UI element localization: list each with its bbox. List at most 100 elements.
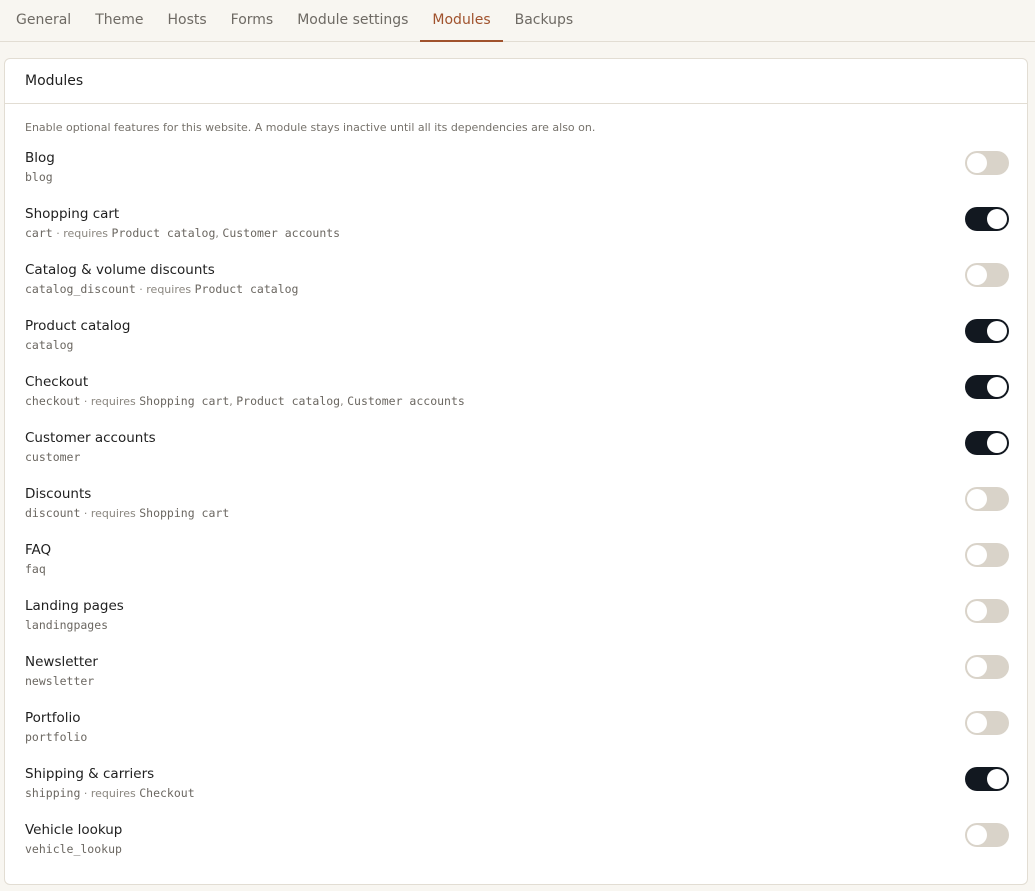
module-meta: vehicle_lookup [25, 842, 122, 856]
dependency-name: Product catalog [236, 394, 341, 408]
toggle-portfolio[interactable] [965, 711, 1009, 735]
module-name: Portfolio [25, 710, 81, 726]
module-row-catalog: Product catalog catalog [25, 317, 1009, 373]
module-meta: catalog_discount · requires Product cata… [25, 282, 298, 296]
module-row-vehicle-lookup: Vehicle lookup vehicle_lookup [25, 821, 1009, 877]
module-meta: blog [25, 170, 53, 184]
module-meta: discount · requires Shopping cart [25, 506, 229, 520]
requires-label: · requires [83, 787, 136, 800]
toggle-knob [967, 153, 987, 173]
toggle-knob [967, 825, 987, 845]
module-meta: cart · requires Product catalog, Custome… [25, 226, 340, 240]
toggle-faq[interactable] [965, 543, 1009, 567]
dependency-name: Checkout [139, 786, 195, 800]
module-name: Customer accounts [25, 430, 156, 446]
toggle-checkout[interactable] [965, 375, 1009, 399]
module-id: catalog_discount [25, 282, 136, 296]
toggle-catalog[interactable] [965, 319, 1009, 343]
requires-label: · requires [83, 507, 136, 520]
card-title: Modules [5, 59, 1027, 104]
module-meta: landingpages [25, 618, 108, 632]
module-name: Vehicle lookup [25, 822, 123, 838]
module-id: discount [25, 506, 81, 520]
settings-tabs: General Theme Hosts Forms Module settings Mod… [0, 0, 1035, 42]
module-name: Blog [25, 150, 55, 166]
toggle-shipping[interactable] [965, 767, 1009, 791]
card-description: Enable optional features for this websit… [25, 121, 596, 134]
module-row-portfolio: Portfolio portfolio [25, 709, 1009, 765]
dependency-name: Shopping cart [139, 506, 230, 520]
module-row-catalog-discount: Catalog & volume discounts catalog_discou… [25, 261, 1009, 317]
toggle-knob [987, 209, 1007, 229]
module-meta: shipping · requires Checkout [25, 786, 195, 800]
tab-backups[interactable]: Backups [503, 0, 586, 42]
module-name: Checkout [25, 374, 89, 390]
requires-label: · requires [83, 395, 136, 408]
module-list: Blog blog Shopping cart cart · requires Pro… [25, 149, 1009, 877]
module-row-faq: FAQ faq [25, 541, 1009, 597]
module-id: shipping [25, 786, 81, 800]
toggle-knob [967, 265, 987, 285]
module-id: portfolio [25, 730, 88, 744]
module-name: Newsletter [25, 654, 98, 670]
module-row-landingpages: Landing pages landingpages [25, 597, 1009, 653]
module-name: FAQ [25, 542, 52, 558]
module-row-customer: Customer accounts customer [25, 429, 1009, 485]
module-id: catalog [25, 338, 74, 352]
tab-module-settings[interactable]: Module settings [285, 0, 420, 42]
toggle-blog[interactable] [965, 151, 1009, 175]
toggle-knob [967, 657, 987, 677]
toggle-knob [967, 713, 987, 733]
module-meta: portfolio [25, 730, 87, 744]
module-id: faq [25, 562, 46, 576]
toggle-landingpages[interactable] [965, 599, 1009, 623]
dependency-name: Shopping cart [139, 394, 230, 408]
toggle-cart[interactable] [965, 207, 1009, 231]
module-id: cart [25, 226, 53, 240]
module-name: Shopping cart [25, 206, 120, 222]
module-name: Product catalog [25, 318, 131, 334]
toggle-catalog-discount[interactable] [965, 263, 1009, 287]
module-id: checkout [25, 394, 81, 408]
module-id: landingpages [25, 618, 109, 632]
module-row-shipping: Shipping & carriers shipping · requires C… [25, 765, 1009, 821]
module-name: Shipping & carriers [25, 766, 155, 782]
tab-theme[interactable]: Theme [83, 0, 155, 42]
toggle-knob [987, 377, 1007, 397]
module-id: vehicle_lookup [25, 842, 122, 856]
module-row-checkout: Checkout checkout · requires Shopping car… [25, 373, 1009, 429]
tab-modules[interactable]: Modules [420, 0, 503, 42]
module-name: Catalog & volume discounts [25, 262, 215, 278]
modules-card: Modules Enable optional features for thi… [4, 58, 1028, 885]
toggle-discount[interactable] [965, 487, 1009, 511]
module-id: customer [25, 450, 81, 464]
toggle-knob [987, 321, 1007, 341]
module-name: Discounts [25, 486, 92, 502]
tab-forms[interactable]: Forms [219, 0, 286, 42]
module-name: Landing pages [25, 598, 124, 614]
toggle-customer[interactable] [965, 431, 1009, 455]
module-meta: checkout · requires Shopping cart, Produ… [25, 394, 465, 408]
module-id: blog [25, 170, 53, 184]
toggle-knob [967, 601, 987, 621]
requires-label: · requires [56, 227, 109, 240]
toggle-newsletter[interactable] [965, 655, 1009, 679]
module-row-discount: Discounts discount · requires Shopping ca… [25, 485, 1009, 541]
tab-hosts[interactable]: Hosts [155, 0, 218, 42]
module-meta: faq [25, 562, 46, 576]
dependency-name: Product catalog [194, 282, 299, 296]
toggle-knob [987, 433, 1007, 453]
toggle-knob [967, 545, 987, 565]
dependency-name: Customer accounts [347, 394, 465, 408]
requires-label: · requires [139, 283, 192, 296]
dependency-name: Customer accounts [222, 226, 341, 240]
toggle-knob [987, 769, 1007, 789]
module-row-blog: Blog blog [25, 149, 1009, 205]
tab-general[interactable]: General [4, 0, 83, 42]
module-row-newsletter: Newsletter newsletter [25, 653, 1009, 709]
toggle-vehicle-lookup[interactable] [965, 823, 1009, 847]
module-meta: customer [25, 450, 80, 464]
module-row-cart: Shopping cart cart · requires Product cat… [25, 205, 1009, 261]
module-meta: catalog [25, 338, 73, 352]
module-id: newsletter [25, 674, 95, 688]
